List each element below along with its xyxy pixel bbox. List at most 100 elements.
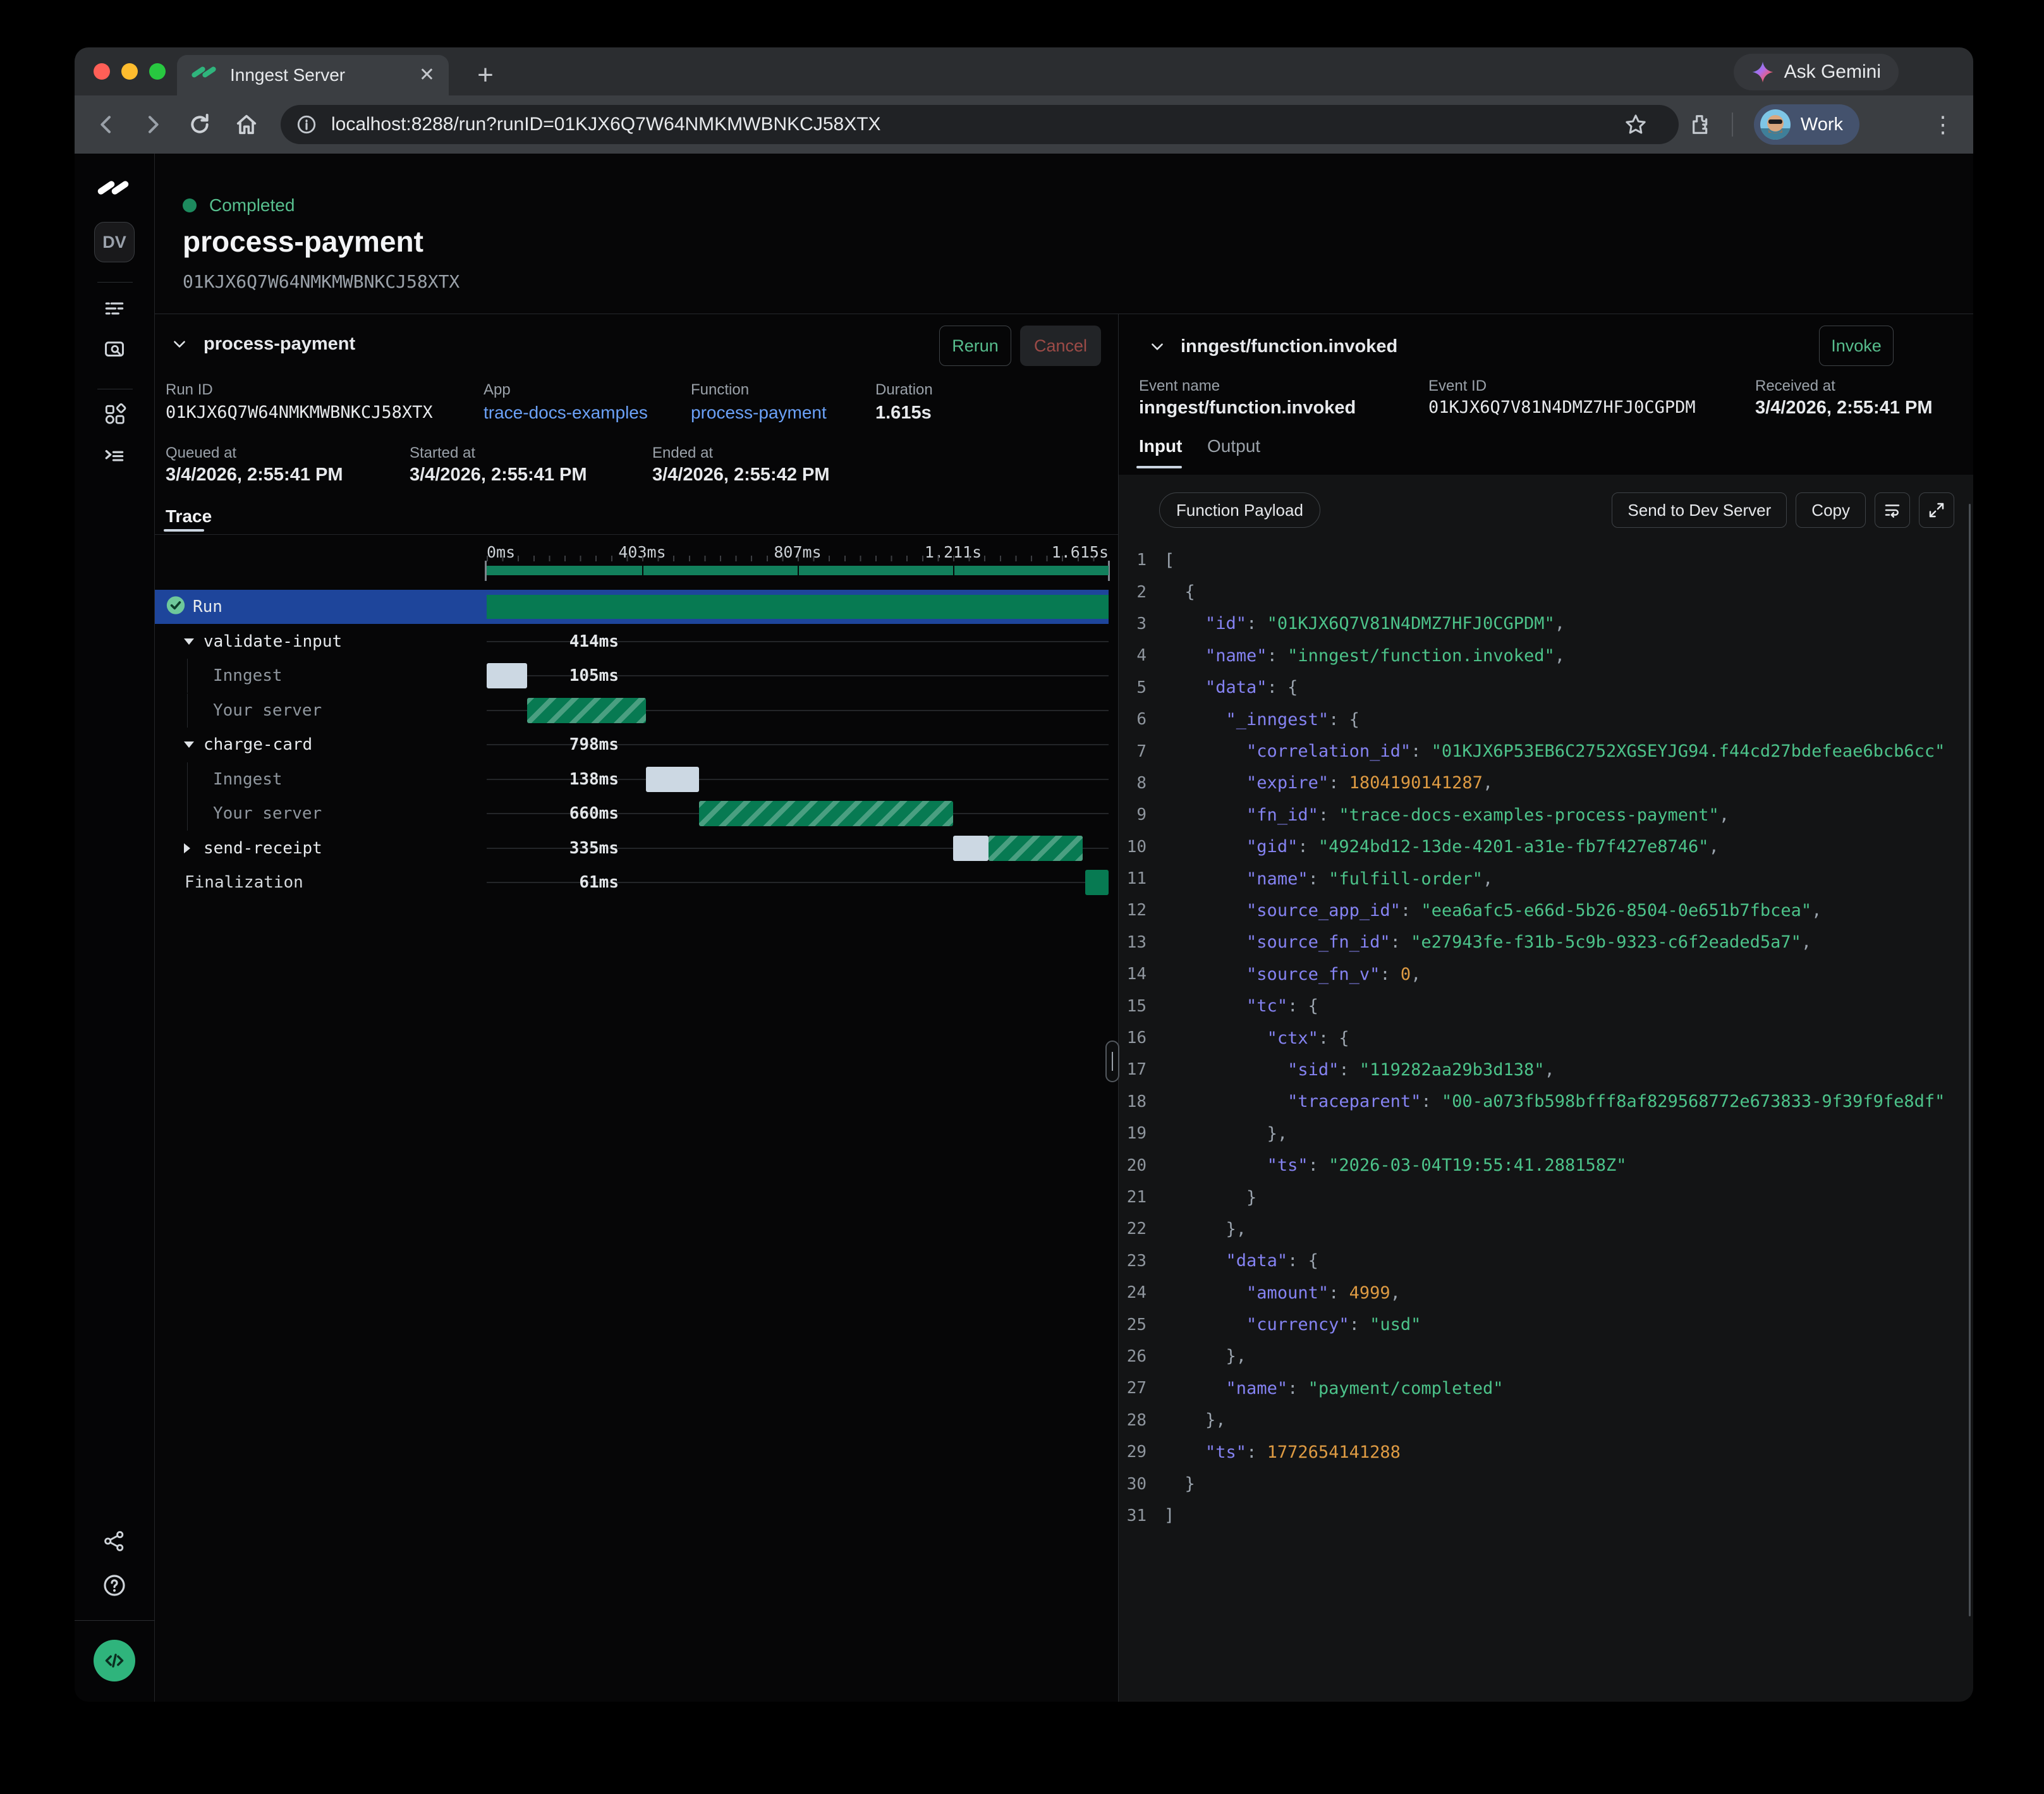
code-text: }, [1164,1219,1246,1239]
trace-bar[interactable] [1085,870,1109,895]
extensions-icon[interactable] [1686,112,1712,137]
chevron-down-icon[interactable] [184,741,194,748]
tab-input[interactable]: Input [1139,436,1182,456]
reload-icon[interactable] [187,112,212,137]
chevron-down-icon[interactable] [184,638,194,645]
browser-tab[interactable]: Inngest Server ✕ [177,55,449,95]
expand-icon [1927,501,1946,520]
field-label: Function [691,381,749,399]
code-line: 11 "name": "fulfill-order", [1119,863,1969,894]
field-label: Event ID [1428,377,1487,395]
trace-bar[interactable] [646,767,699,792]
trace-row-label: Inngest [213,666,283,685]
sidebar-item-apps[interactable] [102,402,126,426]
dev-mode-button[interactable] [94,1640,135,1681]
line-number: 16 [1119,1028,1164,1047]
new-tab-button[interactable]: + [468,58,503,93]
forward-icon[interactable] [140,112,166,137]
trace-bar[interactable] [527,698,646,723]
collapse-run-icon[interactable] [171,336,188,352]
trace-bar[interactable] [989,836,1083,861]
line-number: 1 [1119,551,1164,570]
ask-gemini-button[interactable]: Ask Gemini [1734,54,1899,90]
payload-code-panel: Function Payload Send to Dev Server Copy [1119,475,1973,1702]
word-wrap-button[interactable] [1875,492,1910,528]
field-value[interactable]: trace-docs-examples [484,403,648,423]
line-number: 9 [1119,805,1164,824]
trace-bar[interactable] [699,801,953,826]
payload-json[interactable]: 1[2 {3 "id": "01KJX6Q7V81N4DMZ7HFJ0CGPDM… [1119,544,1969,1532]
trace-row-send-receipt[interactable]: send-receipt335ms [155,831,1109,865]
home-icon[interactable] [234,112,259,137]
site-info-icon[interactable] [296,114,317,135]
tab-input-underline [1136,466,1182,468]
tab-title: Inngest Server [230,65,408,85]
tab-trace[interactable]: Trace [166,506,212,527]
code-text: }, [1164,1124,1287,1144]
code-text: "amount": 4999, [1164,1283,1401,1303]
trace-row-charge-card[interactable]: charge-card798ms [155,728,1109,762]
collapse-event-icon[interactable] [1149,338,1165,355]
code-line: 26 }, [1119,1341,1969,1372]
payload-type-pill[interactable]: Function Payload [1159,492,1320,528]
bookmark-star-icon[interactable] [1623,112,1648,137]
trace-row-inngest[interactable]: Inngest105ms [155,659,1109,693]
trace-row-your-server[interactable]: Your server660ms [155,796,1109,831]
line-number: 29 [1119,1443,1164,1461]
code-text: "source_fn_v": 0, [1164,965,1421,984]
rerun-button[interactable]: Rerun [939,326,1011,366]
trace-bar[interactable] [953,836,988,861]
code-line: 15 "tc": { [1119,990,1969,1022]
ask-gemini-label: Ask Gemini [1784,61,1881,83]
field-value: 01KJX6Q7W64NMKMWBNKCJ58XTX [166,403,433,422]
code-line: 8 "expire": 1804190141287, [1119,767,1969,799]
code-line: 7 "correlation_id": "01KJX6P53EB6C2752XG… [1119,735,1969,767]
copy-button[interactable]: Copy [1796,492,1866,528]
code-text: "ts": "2026-03-04T19:55:41.288158Z" [1164,1156,1627,1175]
invoke-button[interactable]: Invoke [1819,326,1894,366]
code-text: "expire": 1804190141287, [1164,773,1493,793]
trace-row-your-server[interactable]: Your server309ms [155,693,1109,728]
trace-row-run[interactable]: Run1.615s [155,590,1109,624]
trace-row-validate-input[interactable]: validate-input414ms [155,625,1109,659]
profile-chip[interactable]: Work [1754,104,1859,145]
sidebar-item-dev-app[interactable]: DV [94,222,135,262]
scrollbar[interactable] [1969,504,1971,1616]
field-value: inngest/function.invoked [1139,398,1356,418]
panel-resize-handle[interactable] [1105,1040,1119,1082]
zoom-window-button[interactable] [149,63,166,80]
sidebar-item-runs[interactable] [102,296,126,320]
expand-button[interactable] [1919,492,1954,528]
sidebar-item-console[interactable] [102,443,126,467]
field-value[interactable]: process-payment [691,403,827,423]
trace-row-finalization[interactable]: Finalization61ms [155,865,1109,900]
browser-window: Inngest Server ✕ + Ask Gemini [75,47,1973,1702]
send-to-dev-server-button[interactable]: Send to Dev Server [1612,492,1787,528]
chevron-right-icon[interactable] [184,843,190,853]
minimize-window-button[interactable] [121,63,138,80]
share-feedback-icon[interactable] [102,1529,126,1553]
timeline-minimap[interactable] [487,566,1109,575]
code-text: { [1164,582,1195,602]
code-line: 21 } [1119,1181,1969,1213]
code-text: "currency": "usd" [1164,1315,1421,1334]
code-line: 25 "currency": "usd" [1119,1309,1969,1340]
code-line: 27 "name": "payment/completed" [1119,1372,1969,1404]
sidebar-item-events[interactable] [102,338,126,362]
line-number: 3 [1119,614,1164,633]
tab-output[interactable]: Output [1207,436,1260,456]
close-tab-icon[interactable]: ✕ [419,66,435,85]
back-icon[interactable] [94,112,119,137]
trace-bar[interactable] [487,595,1109,619]
trace-bar[interactable] [487,663,527,688]
cancel-button[interactable]: Cancel [1020,326,1101,366]
help-icon[interactable] [102,1573,127,1598]
close-window-button[interactable] [94,63,110,80]
code-line: 9 "fn_id": "trace-docs-examples-process-… [1119,799,1969,831]
browser-menu-icon[interactable]: ⋮ [1931,111,1954,138]
url-bar[interactable]: localhost:8288/run?runID=01KJX6Q7W64NMKM… [281,105,1679,144]
code-line: 17 "sid": "119282aa29b3d138", [1119,1054,1969,1085]
trace-row-inngest[interactable]: Inngest138ms [155,762,1109,796]
line-number: 31 [1119,1506,1164,1525]
field-value: 3/4/2026, 2:55:41 PM [166,465,343,485]
